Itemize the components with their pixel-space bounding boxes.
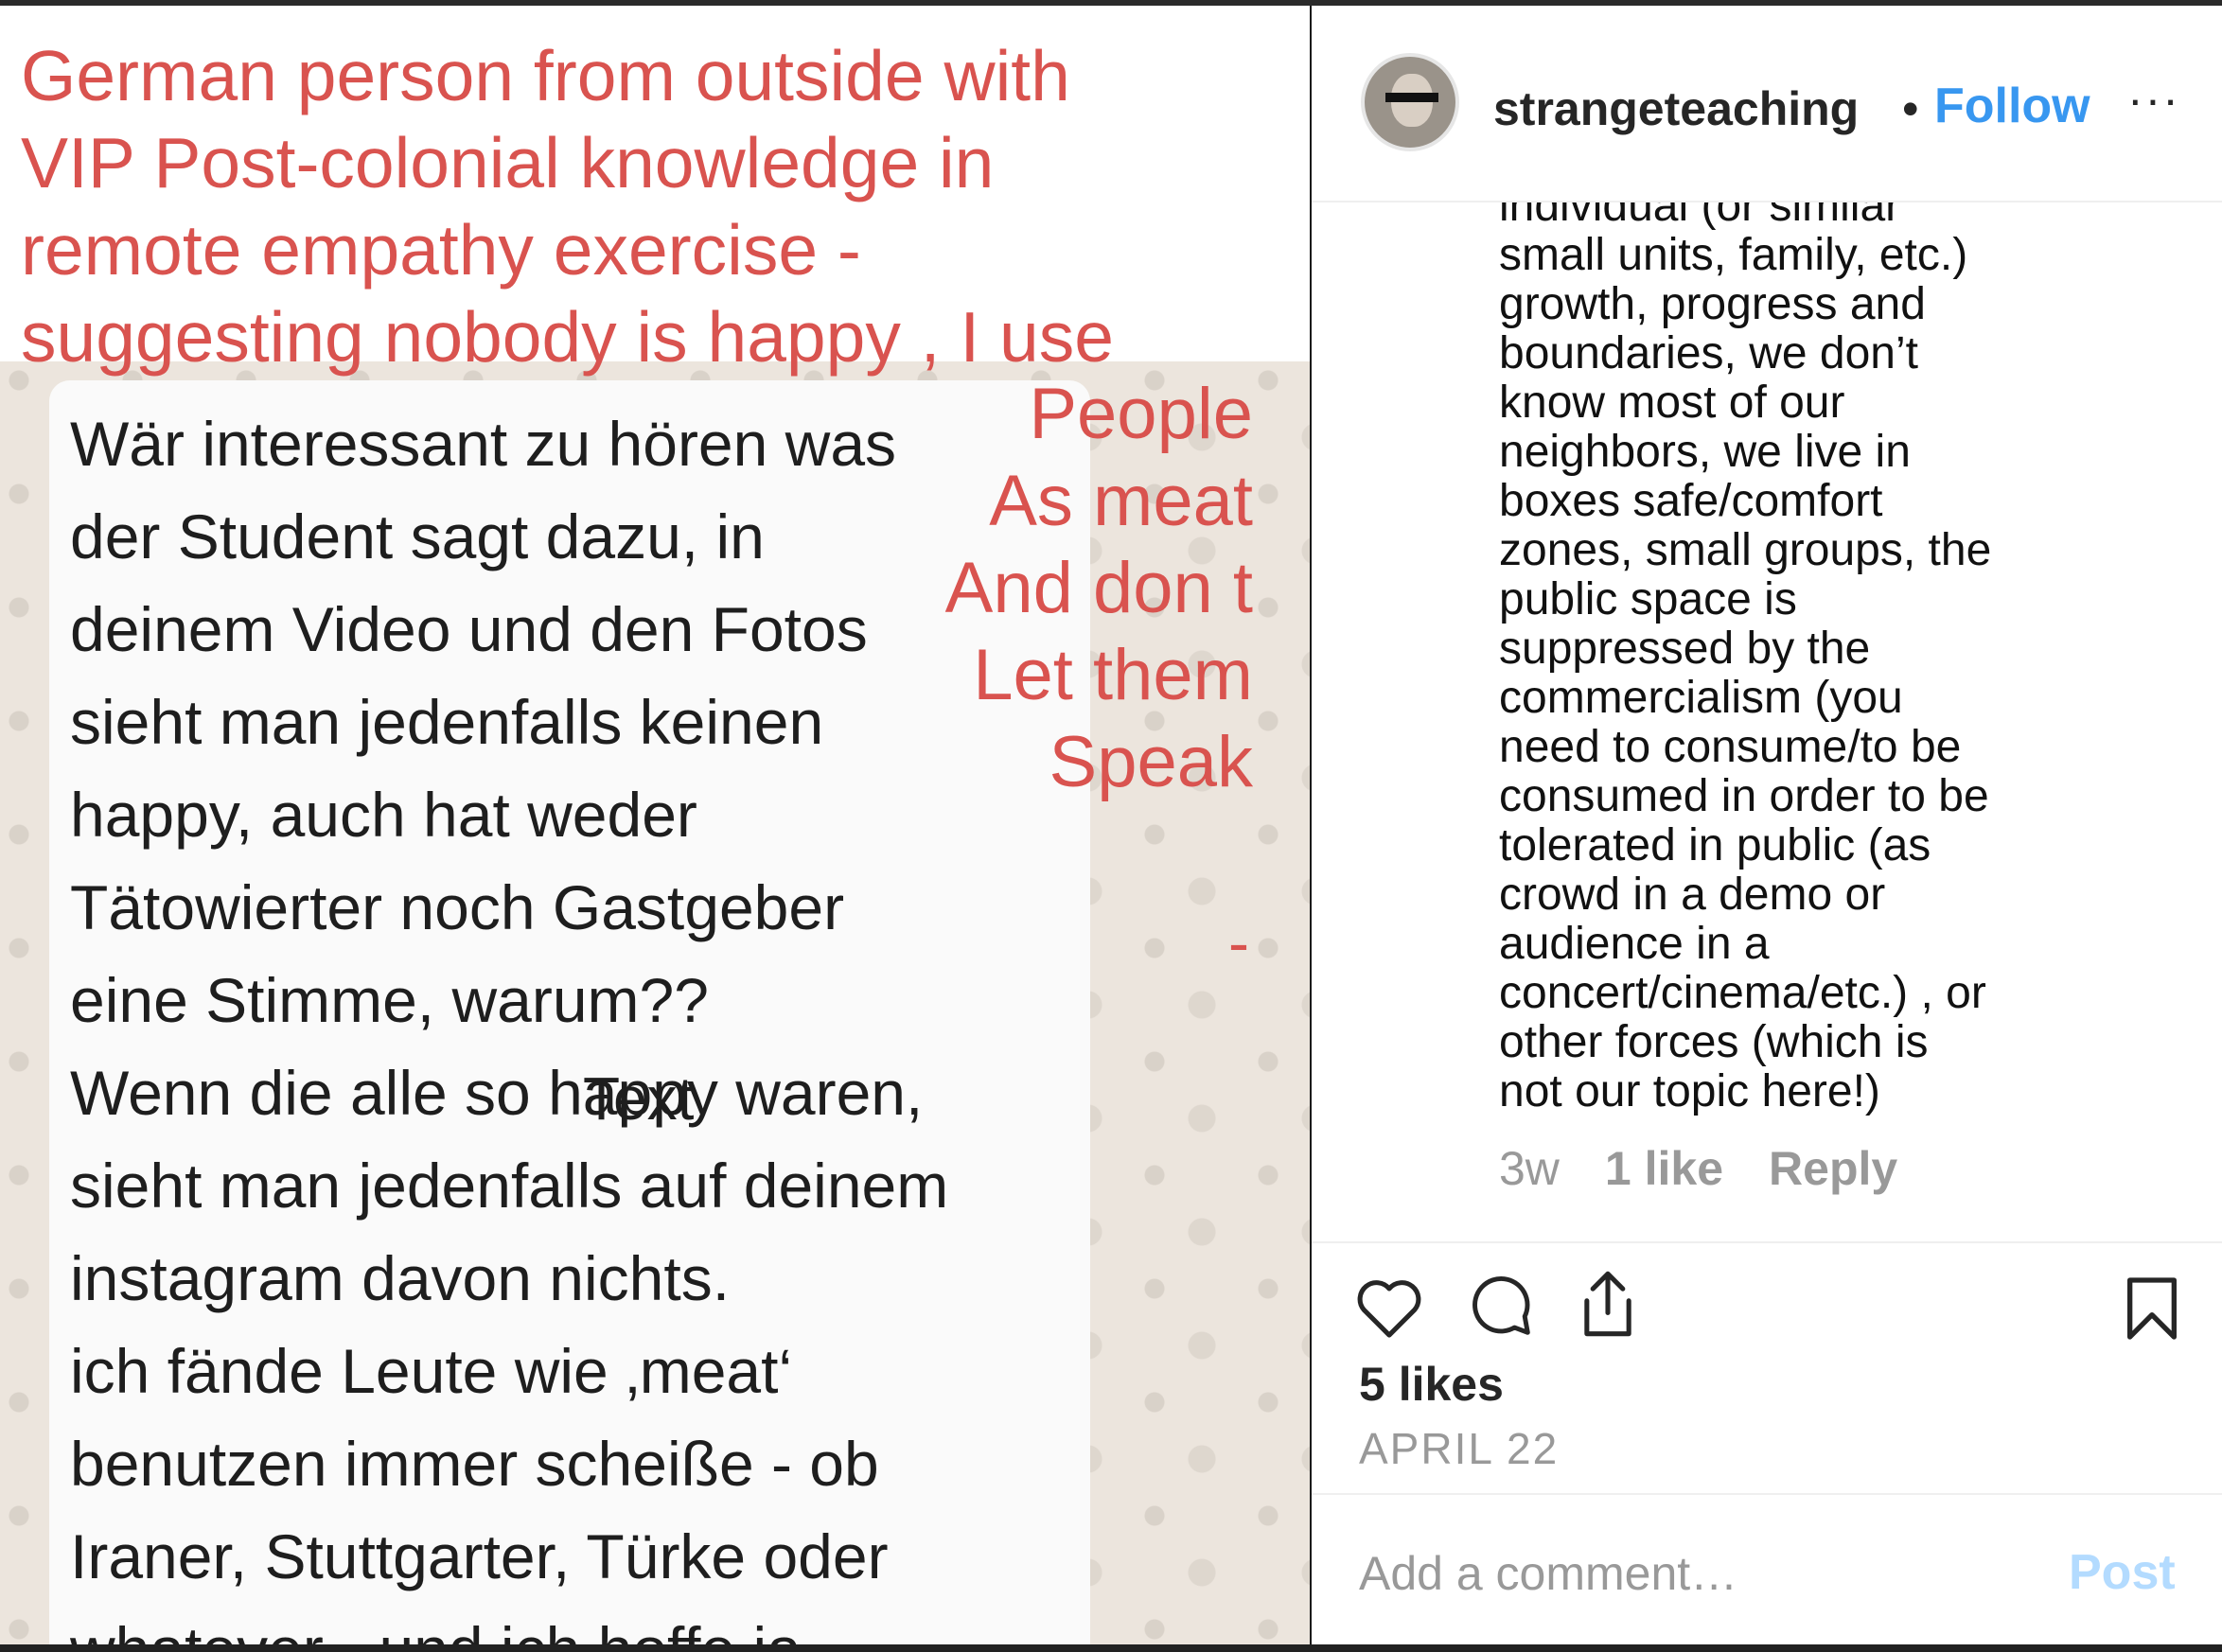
comment-icon[interactable] (1465, 1270, 1535, 1340)
comments-list[interactable]: individual (or similar small units, fami… (1312, 202, 2222, 1241)
comment-likes-link[interactable]: 1 like (1605, 1142, 1723, 1195)
separator-dot: • (1902, 82, 1919, 135)
overlay-text-label: Text (583, 1064, 695, 1133)
comment-meta: 3w 1 like Reply (1499, 1141, 1943, 1196)
likes-count[interactable]: 5 likes (1359, 1357, 1504, 1412)
bookmark-icon[interactable] (2124, 1274, 2180, 1344)
post-image: German person from outside with VIP Post… (0, 6, 1310, 1644)
avatar-glasses (1385, 93, 1438, 102)
avatar[interactable] (1361, 53, 1459, 151)
post-date: APRIL 22 (1359, 1424, 1560, 1473)
share-icon[interactable] (1575, 1268, 1641, 1340)
comment-divider (1312, 1493, 2222, 1495)
reply-button[interactable]: Reply (1769, 1142, 1897, 1195)
post-sidebar: strangeteaching • Follow ··· individual … (1312, 6, 2222, 1644)
more-options-icon[interactable]: ··· (2127, 72, 2180, 127)
post-header: strangeteaching • Follow ··· (1312, 6, 2222, 202)
image-caption: German person from outside with VIP Post… (21, 36, 1114, 377)
post-button[interactable]: Post (2069, 1544, 2176, 1601)
actions-divider (1312, 1241, 2222, 1243)
annotation-dash: - (1228, 907, 1249, 977)
bottom-strip (0, 1644, 2222, 1652)
heart-icon[interactable] (1353, 1274, 1425, 1340)
comment-text: individual (or similar small units, fami… (1499, 202, 1992, 1116)
annotation-text: People As meat And don t Let them Speak (944, 374, 1253, 802)
follow-button[interactable]: Follow (1934, 78, 2090, 134)
comment-time: 3w (1499, 1142, 1560, 1195)
username-link[interactable]: strangeteaching (1493, 81, 1902, 136)
add-comment-input[interactable]: Add a comment… (1359, 1546, 1737, 1601)
